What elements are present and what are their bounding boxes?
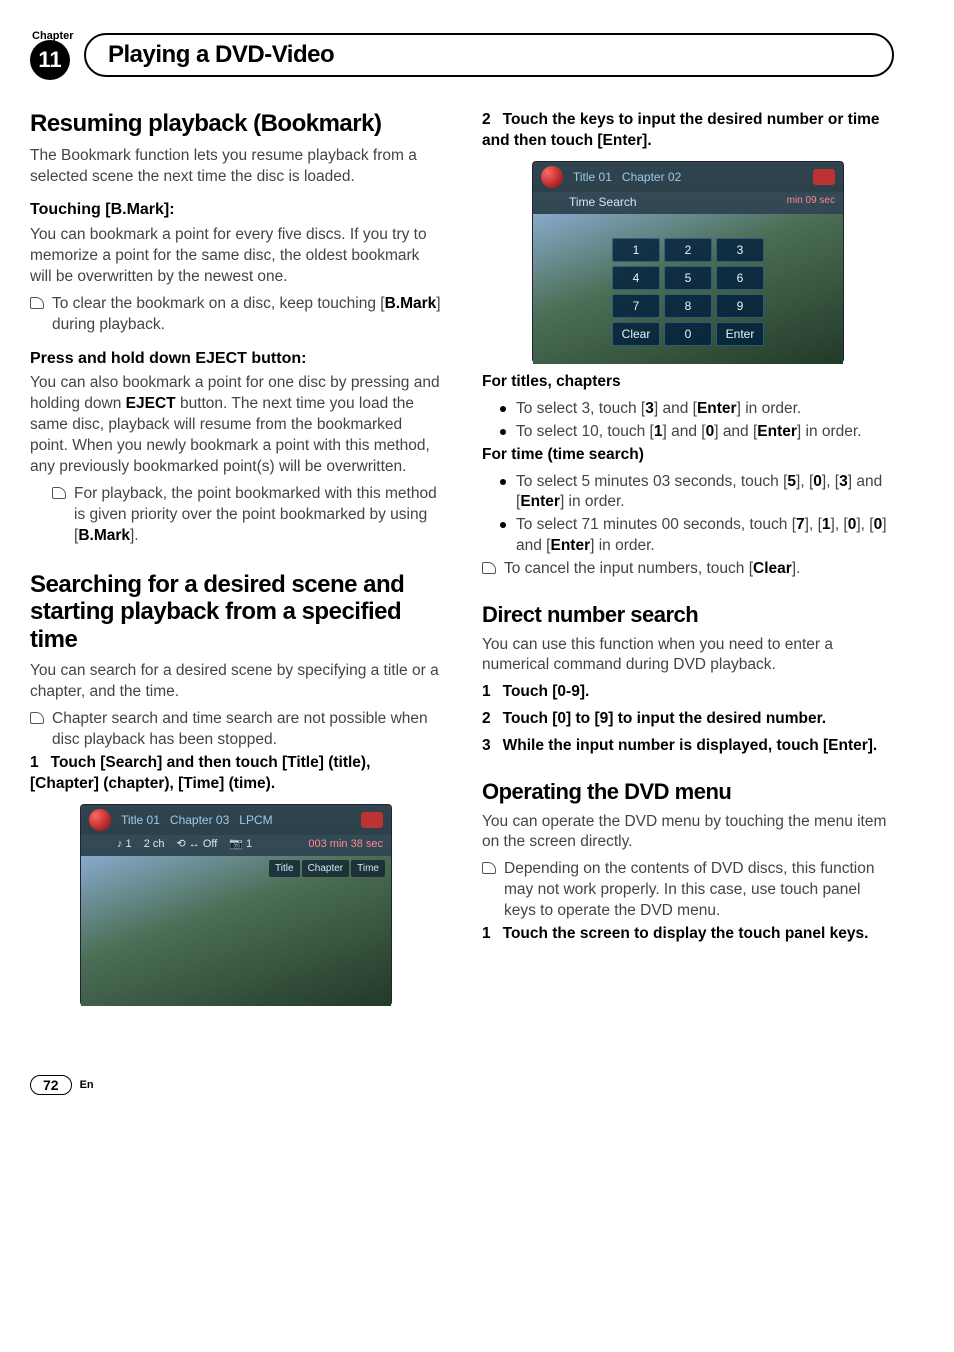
note-icon xyxy=(30,712,44,724)
dot-bullet: To select 3, touch [3] and [Enter] in or… xyxy=(500,399,894,420)
bullet-text: To select 5 minutes 03 seconds, touch [5… xyxy=(516,472,894,514)
heading-searching: Searching for a desired scene and starti… xyxy=(30,571,442,654)
dot-bullet: To select 10, touch [1] and [0] and [Ent… xyxy=(500,422,894,443)
left-column: Resuming playback (Bookmark) The Bookmar… xyxy=(30,110,442,1015)
dot-icon xyxy=(500,406,506,412)
press-body: You can also bookmark a point for one di… xyxy=(30,373,442,478)
sc-repeat: ⟲ ↔ Off xyxy=(176,837,217,852)
note-bullet: For playback, the point bookmarked with … xyxy=(52,484,442,547)
step-1: 1Touch [Search] and then touch [Title] (… xyxy=(30,753,442,795)
menu-step-1: 1Touch the screen to display the touch p… xyxy=(482,924,894,945)
sc-time: 003 min 38 sec xyxy=(308,837,383,852)
note-bullet: To clear the bookmark on a disc, keep to… xyxy=(30,294,442,336)
chapter-number-badge: 11 xyxy=(30,40,70,80)
resuming-intro: The Bookmark function lets you resume pl… xyxy=(30,146,442,188)
dot-bullet: To select 5 minutes 03 seconds, touch [5… xyxy=(500,472,894,514)
key-6: 6 xyxy=(716,266,764,290)
note-text: Chapter search and time search are not p… xyxy=(52,709,442,751)
sc-title: Title 01 xyxy=(121,812,160,828)
page-footer: 72 En xyxy=(30,1075,894,1095)
step-2: 2Touch the keys to input the desired num… xyxy=(482,110,894,152)
sc-chapter: Chapter 03 xyxy=(170,812,229,828)
page-title: Playing a DVD-Video xyxy=(84,33,894,77)
key-1: 1 xyxy=(612,238,660,262)
sc-entered-time: min 09 sec xyxy=(787,194,835,210)
key-clear: Clear xyxy=(612,322,660,346)
searching-body: You can search for a desired scene by sp… xyxy=(30,661,442,703)
key-2: 2 xyxy=(664,238,712,262)
sc-chapter: Chapter 02 xyxy=(622,169,681,185)
direct-step-1: 1Touch [0-9]. xyxy=(482,682,894,703)
heading-operating-dvd-menu: Operating the DVD menu xyxy=(482,779,894,805)
bullet-text: To select 10, touch [1] and [0] and [Ent… xyxy=(516,422,862,443)
key-enter: Enter xyxy=(716,322,764,346)
bullet-text: To select 3, touch [3] and [Enter] in or… xyxy=(516,399,801,420)
sc-title: Title 01 xyxy=(573,169,612,185)
dot-icon xyxy=(500,479,506,485)
dvd-v-icon xyxy=(541,166,563,188)
note-icon xyxy=(30,297,44,309)
number-keypad: 1 2 3 4 5 6 7 8 9 Clear 0 Enter xyxy=(612,238,764,347)
key-5: 5 xyxy=(664,266,712,290)
sc-tab-time: Time xyxy=(351,860,385,878)
heading-for-titles: For titles, chapters xyxy=(482,373,621,390)
sc-cam: 📷 1 xyxy=(229,837,252,852)
note-bullet: Depending on the contents of DVD discs, … xyxy=(482,859,894,922)
heading-resuming: Resuming playback (Bookmark) xyxy=(30,110,442,138)
sc-ch: 2 ch xyxy=(144,837,165,852)
sc-tab-title: Title xyxy=(269,860,300,878)
note-text: Depending on the contents of DVD discs, … xyxy=(504,859,894,922)
screenshot-number-pad: Title 01 Chapter 02 Time Search min 09 s… xyxy=(533,162,843,362)
direct-step-2: 2Touch [0] to [9] to input the desired n… xyxy=(482,709,894,730)
return-icon xyxy=(361,812,383,828)
page-number: 72 xyxy=(30,1075,72,1095)
dvd-v-icon xyxy=(89,809,111,831)
dot-bullet: To select 71 minutes 00 seconds, touch [… xyxy=(500,515,894,557)
direct-step-3: 3While the input number is displayed, to… xyxy=(482,736,894,757)
heading-direct-number-search: Direct number search xyxy=(482,602,894,628)
language-code: En xyxy=(80,1079,94,1091)
screenshot-search-modes: Title 01 Chapter 03 LPCM ♪ 1 2 ch ⟲ ↔ Of… xyxy=(81,805,391,1005)
key-9: 9 xyxy=(716,294,764,318)
key-0: 0 xyxy=(664,322,712,346)
note-bullet: To cancel the input numbers, touch [Clea… xyxy=(482,559,894,580)
heading-touching-bmark: Touching [B.Mark]: xyxy=(30,199,442,221)
key-4: 4 xyxy=(612,266,660,290)
note-icon xyxy=(482,862,496,874)
key-8: 8 xyxy=(664,294,712,318)
note-bullet: Chapter search and time search are not p… xyxy=(30,709,442,751)
note-text: For playback, the point bookmarked with … xyxy=(74,484,442,547)
direct-body: You can use this function when you need … xyxy=(482,635,894,677)
heading-press-eject: Press and hold down EJECT button: xyxy=(30,348,442,370)
bullet-text: To select 71 minutes 00 seconds, touch [… xyxy=(516,515,894,557)
note-icon xyxy=(52,487,66,499)
chapter-header: Chapter 11 Playing a DVD-Video xyxy=(30,30,894,80)
sc-codec: LPCM xyxy=(239,812,272,828)
heading-for-time: For time (time search) xyxy=(482,446,644,463)
note-text: To clear the bookmark on a disc, keep to… xyxy=(52,294,442,336)
dot-icon xyxy=(500,429,506,435)
right-column: 2Touch the keys to input the desired num… xyxy=(482,110,894,1015)
menu-body: You can operate the DVD menu by touching… xyxy=(482,812,894,854)
sc-track: ♪ 1 xyxy=(117,837,132,852)
key-7: 7 xyxy=(612,294,660,318)
note-icon xyxy=(482,562,496,574)
return-icon xyxy=(813,169,835,185)
touching-body: You can bookmark a point for every five … xyxy=(30,225,442,288)
dot-icon xyxy=(500,522,506,528)
note-text: To cancel the input numbers, touch [Clea… xyxy=(504,559,800,580)
key-3: 3 xyxy=(716,238,764,262)
sc-tab-chapter: Chapter xyxy=(302,860,350,878)
sc-mode: Time Search xyxy=(569,194,637,210)
